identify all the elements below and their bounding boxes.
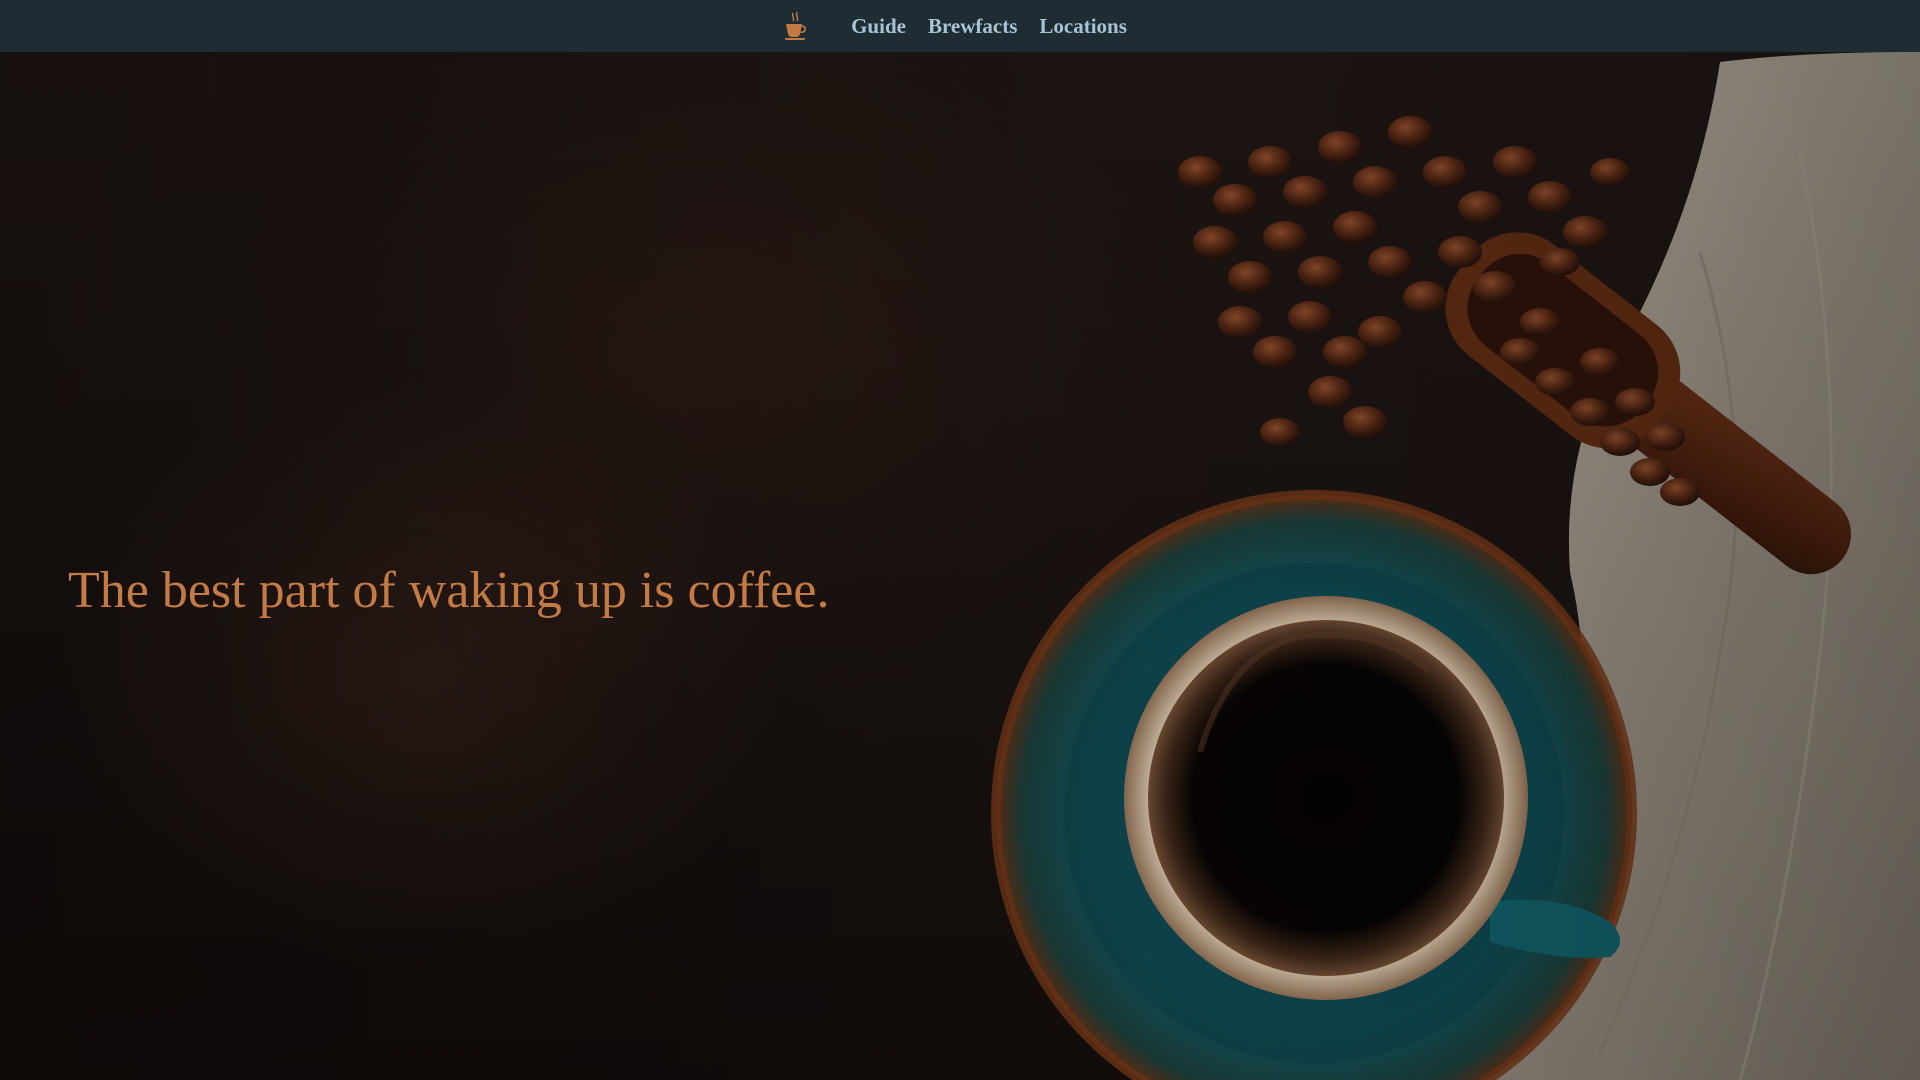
nav-link-locations[interactable]: Locations (1039, 14, 1127, 39)
nav-inner: Guide Brewfacts Locations (783, 10, 1127, 42)
hero-tagline: The best part of waking up is coffee. (68, 562, 830, 619)
coffee-cup-icon[interactable] (783, 10, 807, 42)
top-navbar: Guide Brewfacts Locations (0, 0, 1920, 52)
nav-link-guide[interactable]: Guide (851, 14, 906, 39)
nav-link-brewfacts[interactable]: Brewfacts (928, 14, 1017, 39)
hero-section: The best part of waking up is coffee. (0, 52, 1920, 1080)
